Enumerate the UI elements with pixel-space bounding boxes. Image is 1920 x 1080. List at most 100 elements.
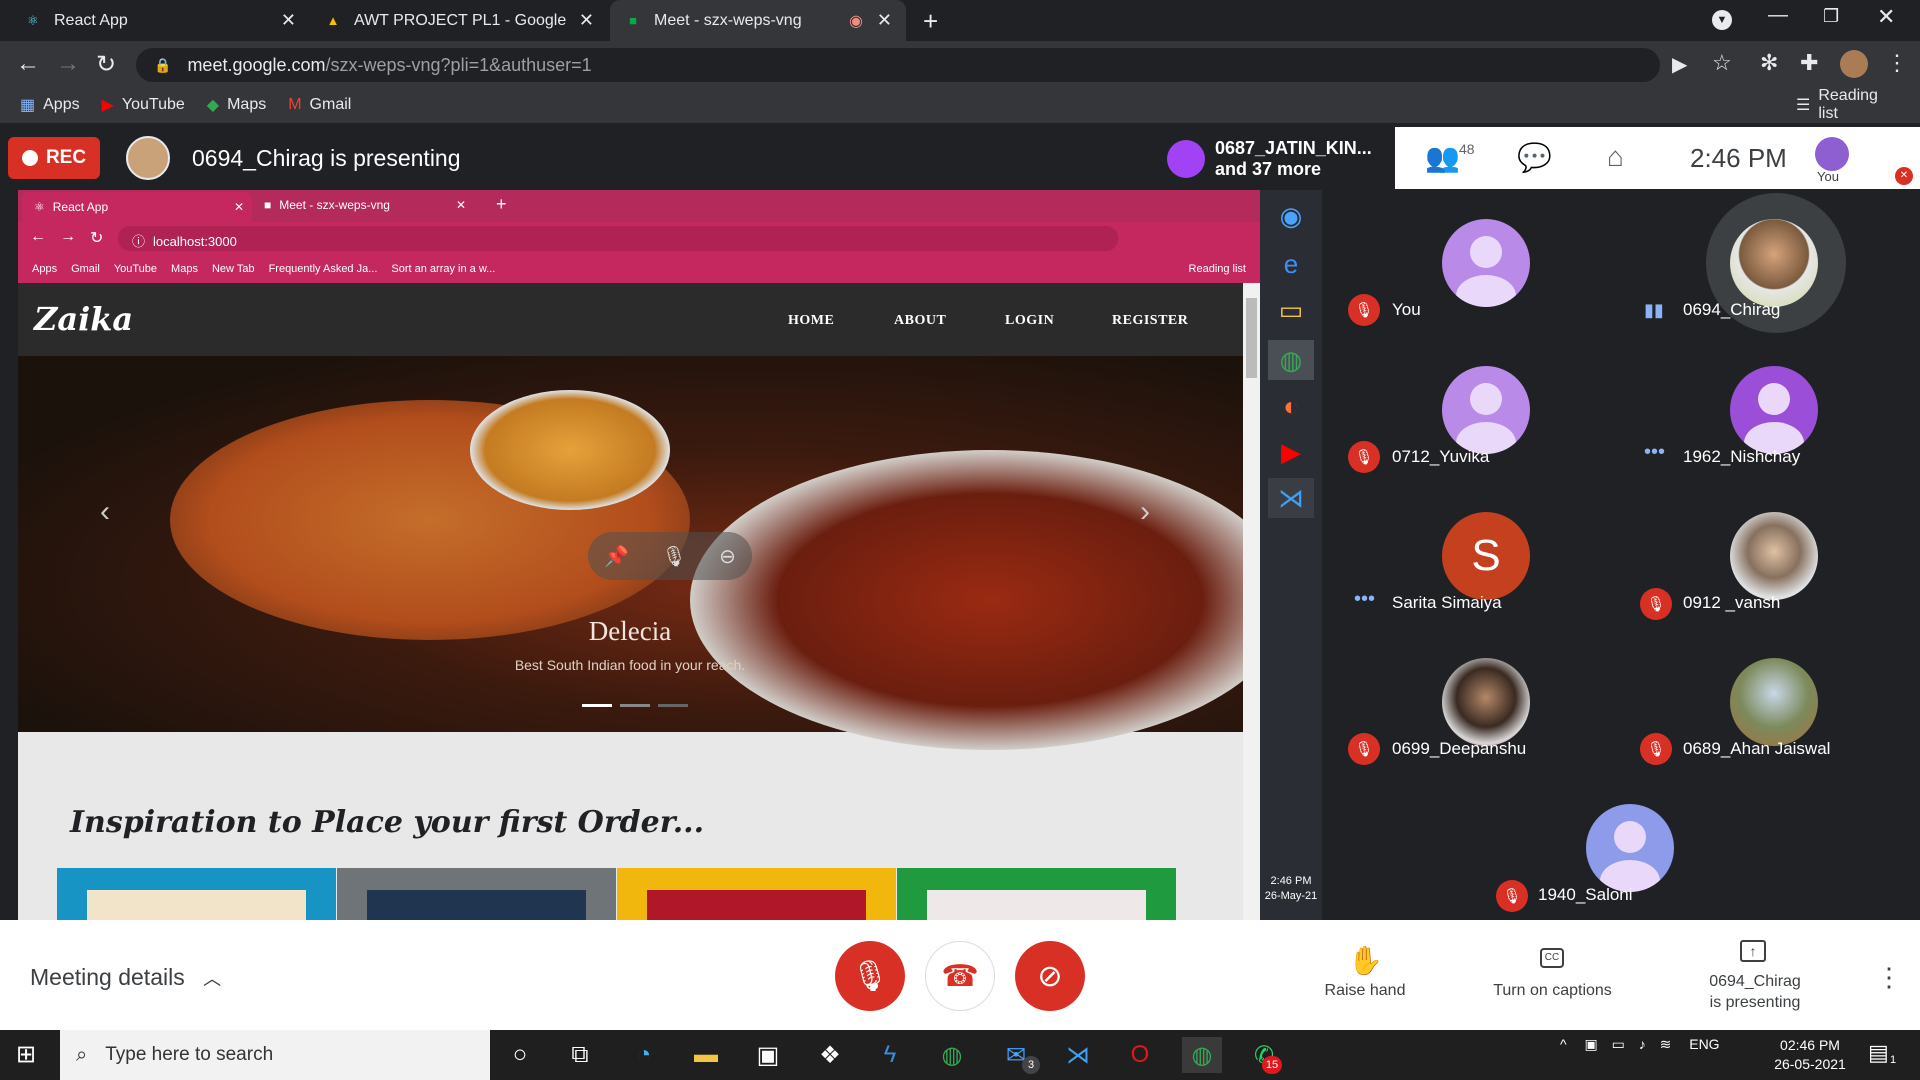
apps-grid-icon: ▦	[20, 97, 36, 114]
present-status-button[interactable]: 0694_Chirag is presenting	[1680, 971, 1830, 1013]
edge-icon[interactable]: ◔	[624, 1037, 664, 1073]
network-icon[interactable]: ▣	[1584, 1036, 1597, 1052]
extension-settings-icon[interactable]: ✻	[1760, 50, 1778, 76]
activities-icon[interactable]: ⌂	[1607, 141, 1624, 173]
bookmark-apps[interactable]: ▦ Apps	[20, 95, 80, 115]
star-icon[interactable]: ☆	[1712, 50, 1732, 76]
new-tab-icon[interactable]: +	[923, 6, 938, 37]
shared-reading-list: Reading list	[1188, 263, 1246, 275]
chevron-up-icon: ︿	[203, 969, 222, 989]
close-tab-icon[interactable]: ✕	[579, 10, 594, 31]
chrome-icon: ◍	[1268, 340, 1314, 380]
nav-register: REGISTER	[1112, 313, 1189, 328]
restore-icon[interactable]: ❐	[1823, 6, 1839, 27]
participant-avatar	[1442, 658, 1530, 746]
youtube-icon: ▶	[1281, 436, 1301, 467]
tab-react-app[interactable]: ⚛ React App ✕	[10, 0, 310, 41]
participant-name: 1962_Nishchay	[1683, 447, 1801, 466]
tab-meet[interactable]: ■ Meet - szx-weps-vng ◉ ✕	[610, 0, 906, 41]
menu-icon[interactable]: ⋮	[1886, 50, 1908, 76]
store-icon[interactable]: ▣	[748, 1037, 788, 1073]
opera-icon[interactable]: O	[1120, 1037, 1160, 1073]
participant-avatar: S	[1442, 512, 1530, 600]
vscode-icon: ⋊	[1268, 478, 1314, 518]
app-icon[interactable]: ϟ	[870, 1037, 910, 1073]
participant-avatar	[1730, 219, 1818, 307]
participant-avatar	[1586, 804, 1674, 892]
captions-button[interactable]: Turn on captions	[1475, 982, 1630, 1000]
you-avatar[interactable]	[1815, 137, 1849, 171]
close-tab-icon: ✕	[455, 198, 466, 212]
chat-icon[interactable]: 💬	[1517, 141, 1552, 174]
shared-tab-react: ⚛ React App ✕	[22, 192, 252, 222]
joined-notification[interactable]: 0687_JATIN_KIN... and 37 more	[1155, 127, 1395, 190]
chrome-icon[interactable]: ◍	[932, 1037, 972, 1073]
chevron-up-icon[interactable]: ^	[1560, 1036, 1567, 1052]
forward-icon[interactable]: →	[56, 50, 80, 78]
reload-icon[interactable]: ↻	[96, 50, 116, 79]
close-tab-icon: ✕	[233, 200, 244, 214]
present-screen-icon[interactable]: ↑	[1740, 940, 1766, 962]
dropbox-icon[interactable]: ❖	[810, 1037, 850, 1073]
address-bar[interactable]: 🔒 meet.google.com/szx-weps-vng?pli=1&aut…	[136, 48, 1660, 82]
notification-center-icon[interactable]: ▤	[1868, 1040, 1889, 1066]
tab-google-drive[interactable]: ▲ AWT PROJECT PL1 - Google Drive ✕	[310, 0, 608, 41]
more-options-icon[interactable]: ⋮	[1876, 962, 1902, 993]
taskbar-search-box[interactable]: ⌕ Type here to search	[60, 1030, 490, 1080]
leave-call-button[interactable]: ☎	[925, 941, 995, 1011]
pin-icon[interactable]: 📌	[604, 544, 629, 569]
chrome-active-icon[interactable]: ◍	[1182, 1037, 1222, 1073]
notification-count: 1	[1890, 1054, 1897, 1066]
food-plate-image	[690, 450, 1290, 750]
shared-bookmark: Frequently Asked Ja...	[268, 263, 378, 275]
participant-avatar	[1730, 658, 1818, 746]
participant-avatar	[1442, 366, 1530, 454]
hero-subtitle: Best South Indian food in your reach.	[514, 657, 746, 673]
close-window-icon[interactable]: ✕	[1877, 4, 1895, 30]
camera-icon[interactable]: ▶	[1672, 52, 1687, 77]
camera-toggle-button[interactable]: ⊘	[1015, 941, 1085, 1011]
youtube-icon: ▶	[101, 97, 114, 114]
back-icon: ←	[30, 228, 46, 245]
volume-icon[interactable]: ♪	[1639, 1036, 1646, 1052]
shared-bookmark: Sort an array in a w...	[391, 263, 496, 275]
meeting-details-button[interactable]: Meeting details ︿	[30, 964, 221, 991]
puzzle-icon[interactable]: ✚	[1800, 50, 1818, 76]
mic-off-icon[interactable]: 🎙	[661, 544, 686, 569]
food-bowl-image	[470, 390, 670, 510]
participant-name: 1940_Saloni	[1538, 885, 1633, 904]
captions-icon[interactable]: CC	[1540, 948, 1564, 968]
vscode-icon[interactable]: ⋊	[1058, 1037, 1098, 1073]
mic-off-icon: 🎙	[1496, 880, 1528, 912]
order-card	[617, 868, 896, 920]
back-icon[interactable]: ←	[16, 50, 40, 78]
windows-start-icon[interactable]: ⊞	[16, 1040, 36, 1069]
people-count: 48	[1459, 141, 1475, 157]
raise-hand-button[interactable]: Raise hand	[1300, 982, 1430, 1000]
task-view-icon[interactable]: ⧉	[560, 1037, 600, 1073]
wifi-icon[interactable]: ≋	[1660, 1036, 1672, 1052]
people-icon[interactable]: 👥	[1425, 141, 1460, 174]
cortana-icon[interactable]: ○	[500, 1037, 540, 1073]
reading-list[interactable]: ☰ Reading list	[1796, 87, 1898, 123]
minimize-icon[interactable]: —	[1768, 4, 1788, 27]
raise-hand-icon[interactable]: ✋	[1348, 944, 1383, 977]
presenter-avatar	[126, 136, 170, 180]
language-indicator[interactable]: ENG	[1689, 1036, 1719, 1052]
bookmark-youtube[interactable]: ▶ YouTube	[102, 95, 185, 115]
file-explorer-icon[interactable]: ▬	[686, 1037, 726, 1073]
whatsapp-badge: 15	[1262, 1056, 1282, 1074]
bookmark-maps[interactable]: ◆ Maps	[207, 95, 266, 115]
battery-icon[interactable]: ▭	[1612, 1036, 1625, 1052]
remove-icon[interactable]: ⊖	[719, 544, 736, 569]
close-tab-icon[interactable]: ✕	[877, 10, 892, 31]
bookmark-gmail[interactable]: M Gmail	[288, 96, 351, 114]
profile-avatar[interactable]	[1840, 50, 1868, 78]
tab-search-icon[interactable]: ▼	[1712, 10, 1732, 30]
taskbar-clock[interactable]: 02:46 PM 26-05-2021	[1760, 1036, 1860, 1074]
carousel-next-icon: ›	[1140, 495, 1150, 528]
participant-name: 0712_Yuvika	[1392, 447, 1490, 466]
mic-toggle-button[interactable]: 🎙	[835, 941, 905, 1011]
close-tab-icon[interactable]: ✕	[281, 10, 296, 31]
presentation-overlay-controls[interactable]: 📌 🎙 ⊖	[588, 532, 752, 580]
